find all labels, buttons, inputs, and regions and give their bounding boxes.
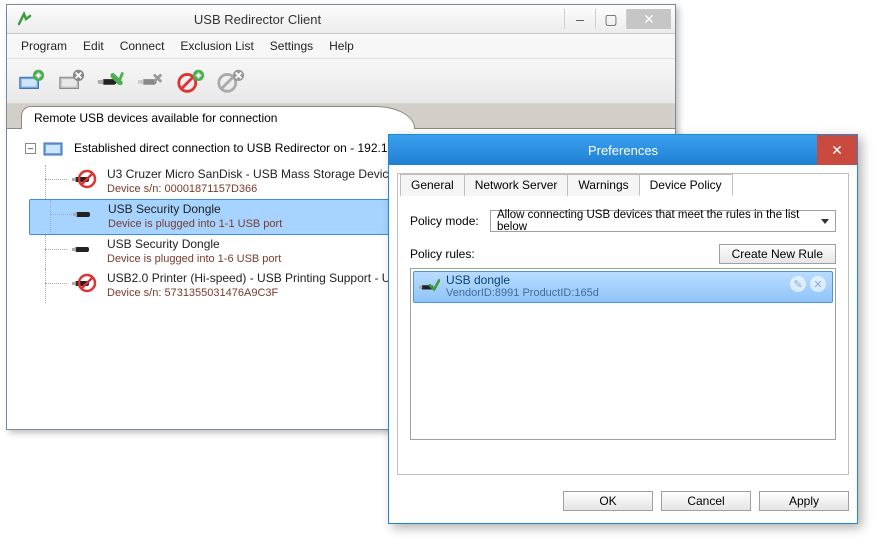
device-sub: Device s/n: 00001871157D366 — [107, 182, 395, 197]
menu-exclusion-list[interactable]: Exclusion List — [174, 37, 259, 55]
prefs-close-button[interactable]: ✕ — [817, 135, 857, 165]
device-sub: Device is plugged into 1-6 USB port — [107, 252, 281, 267]
menu-edit[interactable]: Edit — [77, 37, 110, 55]
policy-mode-label: Policy mode: — [410, 214, 480, 228]
tab-network-server[interactable]: Network Server — [464, 174, 569, 196]
cancel-button[interactable]: Cancel — [661, 491, 751, 511]
tab-device-policy[interactable]: Device Policy — [639, 174, 733, 196]
tab-warnings[interactable]: Warnings — [567, 174, 639, 196]
tb-connect-device-button[interactable] — [93, 63, 129, 99]
device-sub: Device is plugged into 1-1 USB port — [108, 217, 282, 232]
create-new-rule-button[interactable]: Create New Rule — [719, 244, 836, 264]
menu-program[interactable]: Program — [15, 37, 73, 55]
policy-rule-item[interactable]: USB dongle VendorID:8991 ProductID:165d … — [413, 271, 833, 303]
menu-settings[interactable]: Settings — [264, 37, 319, 55]
prefs-titlebar[interactable]: Preferences ✕ — [389, 135, 857, 165]
tab-remote-devices[interactable]: Remote USB devices available for connect… — [21, 106, 415, 129]
rule-name: USB dongle — [446, 274, 599, 287]
tab-general[interactable]: General — [400, 174, 465, 196]
server-icon — [42, 139, 68, 159]
policy-mode-value: Allow connecting USB devices that meet t… — [497, 209, 815, 233]
device-name: USB Security Dongle — [108, 202, 282, 217]
device-sub: Device s/n: 5731355031476A9C3F — [107, 286, 406, 301]
maximize-button[interactable]: ▢ — [595, 9, 626, 29]
usb-allow-icon — [418, 278, 440, 296]
app-icon — [17, 11, 33, 27]
tb-remove-exclusion-button[interactable] — [213, 63, 249, 99]
usb-icon — [71, 239, 97, 259]
prefs-title: Preferences — [588, 143, 658, 158]
tb-add-exclusion-button[interactable] — [173, 63, 209, 99]
policy-rules-list[interactable]: USB dongle VendorID:8991 ProductID:165d … — [410, 268, 836, 440]
device-name: U3 Cruzer Micro SanDisk - USB Mass Stora… — [107, 167, 395, 182]
menubar: Program Edit Connect Exclusion List Sett… — [7, 34, 675, 59]
usb-blocked-icon — [71, 169, 97, 189]
tab-strip: Remote USB devices available for connect… — [7, 104, 675, 129]
apply-button[interactable]: Apply — [759, 491, 849, 511]
tb-disconnect-device-button[interactable] — [133, 63, 169, 99]
window-title: USB Redirector Client — [41, 12, 474, 27]
close-button[interactable]: ✕ — [626, 9, 671, 29]
usb-icon — [72, 204, 98, 224]
delete-rule-icon[interactable]: ✕ — [810, 276, 826, 292]
policy-rules-label: Policy rules: — [410, 247, 719, 261]
usb-blocked-icon — [71, 273, 97, 293]
tb-add-server-button[interactable] — [13, 63, 49, 99]
ok-button[interactable]: OK — [563, 491, 653, 511]
toolbar — [7, 59, 675, 104]
menu-help[interactable]: Help — [323, 37, 360, 55]
prefs-tab-control: General Network Server Warnings Device P… — [397, 173, 849, 475]
tree-expander[interactable]: – — [25, 143, 36, 154]
preferences-dialog: Preferences ✕ General Network Server War… — [388, 134, 858, 524]
menu-connect[interactable]: Connect — [114, 37, 171, 55]
tb-remove-server-button[interactable] — [53, 63, 89, 99]
device-name: USB2.0 Printer (Hi-speed) - USB Printing… — [107, 271, 406, 286]
policy-mode-select[interactable]: Allow connecting USB devices that meet t… — [490, 210, 836, 232]
minimize-button[interactable]: – — [564, 9, 595, 29]
edit-rule-icon[interactable]: ✎ — [790, 276, 806, 292]
device-name: USB Security Dongle — [107, 237, 281, 252]
main-titlebar[interactable]: USB Redirector Client – ▢ ✕ — [7, 5, 675, 34]
rule-sub: VendorID:8991 ProductID:165d — [446, 287, 599, 300]
